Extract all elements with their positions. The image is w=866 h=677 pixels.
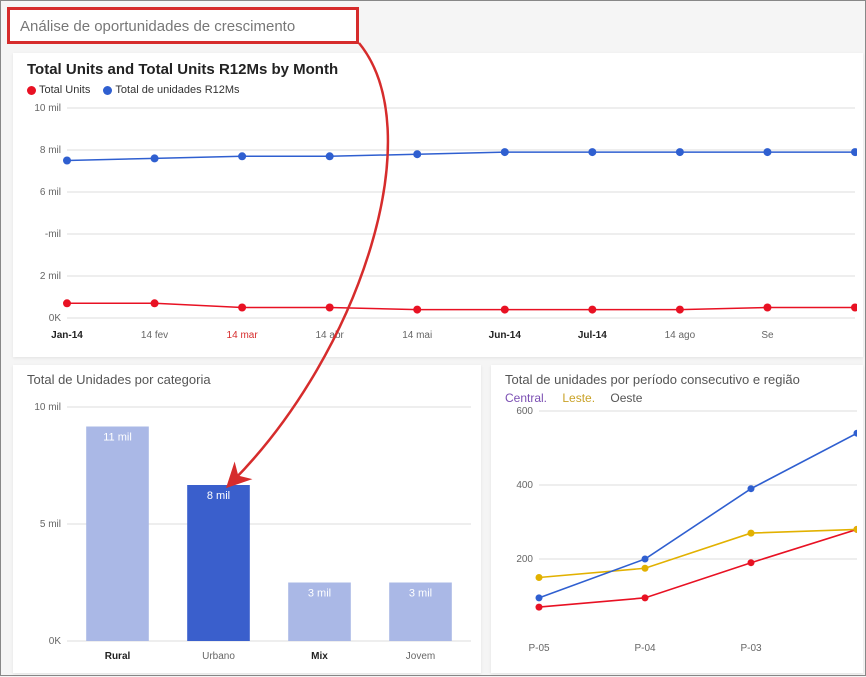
page-title-box: Análise de oportunidades de crescimento: [7, 7, 359, 44]
region-legend-central[interactable]: Central.: [505, 391, 547, 405]
top-chart-legend: Total Units Total de unidades R12Ms: [27, 84, 853, 98]
region-chart-plot[interactable]: 200 400 600 P-05 P-04 P-03: [505, 405, 853, 657]
svg-text:6 mil: 6 mil: [40, 187, 61, 198]
svg-text:14 mar: 14 mar: [227, 330, 259, 341]
category-chart-title: Total de Unidades por categoria: [27, 372, 471, 387]
svg-text:2 mil: 2 mil: [40, 271, 61, 282]
svg-text:-mil: -mil: [45, 229, 61, 240]
svg-text:Se: Se: [761, 330, 774, 341]
svg-text:5 mil: 5 mil: [40, 519, 61, 530]
legend-dot-icon: [103, 86, 112, 95]
svg-text:14 mai: 14 mai: [402, 330, 432, 341]
svg-text:Jul-14: Jul-14: [578, 330, 607, 341]
svg-text:Rural: Rural: [105, 651, 131, 662]
svg-text:8 mil: 8 mil: [207, 490, 230, 502]
svg-text:P-03: P-03: [740, 643, 762, 654]
svg-text:3 mil: 3 mil: [409, 588, 432, 600]
svg-text:Jovem: Jovem: [406, 651, 435, 662]
region-legend-leste[interactable]: Leste.: [562, 391, 595, 405]
top-chart-title: Total Units and Total Units R12Ms by Mon…: [27, 61, 853, 78]
region-line-panel: Total de unidades por período consecutiv…: [491, 365, 863, 673]
svg-text:400: 400: [516, 480, 533, 491]
legend-item-total-units[interactable]: Total Units: [27, 84, 90, 96]
svg-text:600: 600: [516, 406, 533, 417]
category-bar-panel: Total de Unidades por categoria 0K 5 mil 1…: [13, 365, 481, 673]
legend-label: Total Units: [39, 84, 90, 96]
page-title: Análise de oportunidades de crescimento: [20, 18, 346, 35]
svg-text:14 fev: 14 fev: [141, 330, 168, 341]
legend-dot-icon: [27, 86, 36, 95]
region-chart-title: Total de unidades por período consecutiv…: [505, 372, 853, 387]
category-chart-plot[interactable]: 0K 5 mil 10 mil 11 mil Rural 8 mil Urbano 3 mil…: [27, 387, 471, 665]
region-legend: Central. Leste. Oeste: [505, 391, 853, 405]
svg-text:10 mil: 10 mil: [34, 402, 61, 413]
top-chart-plot[interactable]: 0K 2 mil -mil 6 mil 8 mil 10 mil Jan-14 14 fev 1…: [27, 98, 853, 348]
svg-text:P-05: P-05: [528, 643, 550, 654]
legend-label: Total de unidades R12Ms: [115, 84, 239, 96]
legend-item-r12ms[interactable]: Total de unidades R12Ms: [103, 84, 239, 96]
svg-text:14 ago: 14 ago: [665, 330, 696, 341]
svg-text:Jun-14: Jun-14: [489, 330, 522, 341]
svg-text:0K: 0K: [49, 636, 62, 647]
svg-text:Jan-14: Jan-14: [51, 330, 83, 341]
svg-text:3 mil: 3 mil: [308, 588, 331, 600]
svg-text:P-04: P-04: [634, 643, 656, 654]
svg-text:0K: 0K: [49, 313, 62, 324]
region-legend-oeste[interactable]: Oeste: [610, 391, 642, 405]
top-chart-panel: Total Units and Total Units R12Ms by Mon…: [13, 53, 863, 357]
svg-text:11 mil: 11 mil: [103, 432, 132, 444]
svg-text:Urbano: Urbano: [202, 651, 235, 662]
svg-text:200: 200: [516, 554, 533, 565]
svg-text:Mix: Mix: [311, 651, 328, 662]
svg-text:8 mil: 8 mil: [40, 145, 61, 156]
svg-text:14 abr: 14 abr: [315, 330, 344, 341]
svg-text:10 mil: 10 mil: [34, 103, 61, 114]
